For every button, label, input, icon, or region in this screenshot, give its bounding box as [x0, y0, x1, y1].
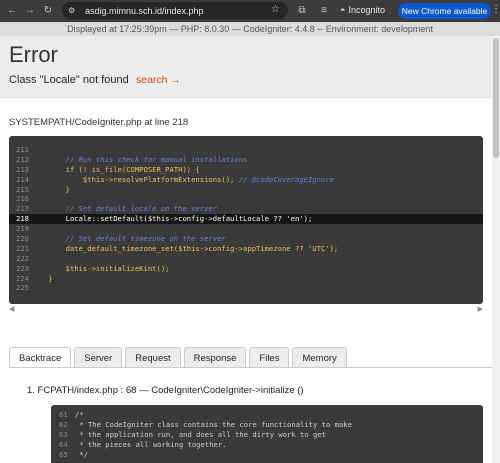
code-line: 225 [9, 283, 483, 293]
code-line: 220 // Set default timezone on the serve… [9, 234, 483, 244]
address-bar[interactable]: ⚙ asdig.mimnu.sch.id/index.php ☆ [62, 2, 288, 19]
code-line: 221 date_default_timezone_set($this->con… [9, 244, 483, 254]
line-number: 225 [16, 283, 29, 293]
line-number: 63 [59, 429, 68, 439]
line-number: 218 [16, 214, 29, 224]
code-line: 219 [9, 224, 483, 234]
code-line: 62 * The CodeIgniter class contains the … [51, 420, 483, 430]
line-number: 215 [16, 184, 29, 194]
source-code-block: 211 212 // Run this check for manual inst… [9, 136, 483, 304]
line-number: 212 [16, 154, 29, 164]
line-number: 220 [16, 234, 29, 244]
forward-arrow-icon[interactable]: → [24, 5, 36, 16]
line-number: 222 [16, 253, 29, 263]
scrollbar-thumb[interactable] [493, 38, 499, 158]
kebab-menu-icon[interactable]: ⋮ [491, 4, 500, 15]
code-text: } [31, 273, 53, 283]
environment-bar: Displayed at 17:25:39pm — PHP: 8.0.30 — … [0, 22, 500, 36]
horizontal-scrollbar[interactable]: ◀ ▶ [9, 305, 483, 313]
reload-icon[interactable]: ↻ [42, 5, 54, 16]
tab-request[interactable]: Request [125, 347, 181, 368]
code-line: 64 * the pieces all working together. [51, 440, 483, 450]
reading-list-icon[interactable]: ≡ [318, 5, 330, 16]
line-number: 211 [16, 145, 29, 154]
error-message: Class "Locale" not found [9, 74, 129, 86]
incognito-icon: ◓ [340, 5, 346, 15]
code-line: 216 [9, 194, 483, 204]
code-text: // Set default locale on the server [31, 204, 218, 214]
tab-backtrace[interactable]: Backtrace [9, 347, 72, 368]
code-text: */ [75, 449, 88, 459]
extensions-icon[interactable]: ⧉ [296, 5, 308, 16]
back-arrow-icon[interactable]: ← [6, 5, 18, 16]
star-icon[interactable]: ☆ [271, 4, 280, 15]
code-text: // @codeCoverageIgnore [238, 174, 334, 184]
line-number: 224 [16, 273, 29, 283]
code-line: 214 $this->resolvePlatformExtensions(); … [9, 175, 483, 185]
vertical-scrollbar[interactable] [492, 36, 500, 463]
incognito-indicator[interactable]: ◓ Incognito [340, 5, 385, 15]
line-number: 223 [16, 263, 29, 273]
debug-tabs: Backtrace Server Request Response Files Memor… [9, 347, 350, 368]
code-line: 213 if (! is_file(COMPOSER_PATH)) { [9, 165, 483, 175]
line-number: 62 [59, 419, 68, 429]
code-line: 212 // Run this check for manual install… [9, 155, 483, 165]
line-number: 216 [16, 194, 29, 204]
line-number: 217 [16, 204, 29, 214]
code-text: Locale::setDefault($this->config->defaul… [31, 214, 313, 224]
line-number: 64 [59, 439, 68, 449]
code-line: 211 [9, 145, 483, 155]
line-number: 221 [16, 243, 29, 253]
code-text: if (! is_file(COMPOSER_PATH)) { [31, 164, 200, 174]
tab-memory[interactable]: Memory [292, 347, 347, 368]
site-info-icon[interactable]: ⚙ [68, 6, 82, 15]
browser-toolbar: ← → ↻ ⚙ asdig.mimnu.sch.id/index.php ☆ ⧉… [0, 0, 500, 22]
scroll-right-icon[interactable]: ▶ [478, 305, 483, 313]
code-text: date_default_timezone_set($this->config-… [31, 243, 339, 253]
new-chrome-available-button[interactable]: New Chrome available [398, 3, 491, 19]
search-link[interactable]: search → [136, 74, 181, 86]
error-file-location: SYSTEMPATH/CodeIgniter.php at line 218 [9, 117, 189, 128]
line-number: 214 [16, 174, 29, 184]
backtrace-item[interactable]: 1. FCPATH/index.php : 68 — CodeIgniter\C… [27, 385, 304, 396]
code-line: 224 } [9, 274, 483, 284]
line-number: 65 [59, 449, 68, 459]
backtrace-source-block: 61/* 62 * The CodeIgniter class contains … [51, 405, 483, 463]
code-text: * the pieces all working together. [75, 439, 227, 449]
code-line: 215 } [9, 185, 483, 195]
code-line: 222 [9, 254, 483, 264]
code-line: 65 */ [51, 450, 483, 460]
line-number: 219 [16, 224, 29, 234]
code-text: $this->resolvePlatformExtensions(); [31, 174, 239, 184]
tab-server[interactable]: Server [74, 347, 123, 368]
code-text: /* [75, 410, 84, 419]
code-text: * the application run, and does all the … [75, 429, 326, 439]
line-number: 61 [59, 410, 68, 419]
code-line: 217 // Set default locale on the server [9, 204, 483, 214]
backtrace-panel: 1. FCPATH/index.php : 68 — CodeIgniter\C… [9, 367, 492, 463]
code-text: * The CodeIgniter class contains the cor… [75, 419, 352, 429]
code-text: // Run this check for manual installatio… [31, 154, 248, 164]
line-number: 213 [16, 164, 29, 174]
code-line: 63 * the application run, and does all t… [51, 430, 483, 440]
code-text: } [31, 184, 70, 194]
code-text: $this->initializeKint(); [31, 263, 170, 273]
error-title: Error [9, 42, 58, 67]
tab-response[interactable]: Response [183, 347, 247, 368]
highlighted-code-line: 218 Locale::setDefault($this->config->de… [9, 214, 483, 225]
scroll-left-icon[interactable]: ◀ [9, 305, 14, 313]
code-text: // Set default timezone on the server [31, 234, 226, 244]
code-line: 61 /* [51, 410, 483, 420]
incognito-label: Incognito [348, 5, 385, 15]
url-text: asdig.mimnu.sch.id/index.php [85, 5, 204, 16]
code-line: 223 $this->initializeKint(); [9, 264, 483, 274]
error-header: Error Class "Locale" not found search → [0, 36, 500, 98]
tab-files[interactable]: Files [249, 347, 290, 368]
